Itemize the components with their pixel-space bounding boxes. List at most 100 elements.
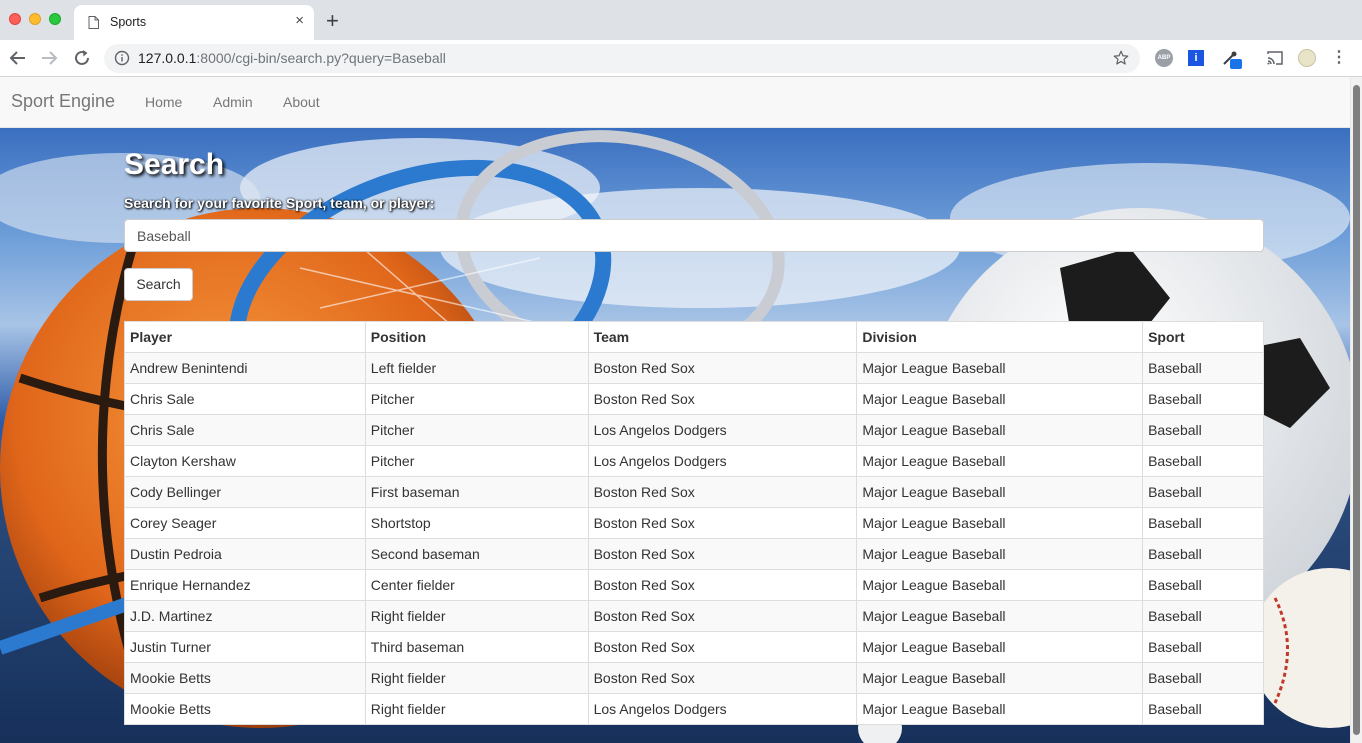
cell-player: Andrew Benintendi	[124, 352, 366, 384]
search-label: Search for your favorite Sport, team, or…	[124, 195, 435, 211]
cell-sport: Baseball	[1142, 383, 1264, 415]
cell-player: Justin Turner	[124, 631, 366, 663]
scrollbar-thumb[interactable]	[1353, 85, 1360, 735]
table-row: Cody Bellinger First baseman Boston Red So…	[124, 476, 1264, 508]
nav-about-link[interactable]: About	[283, 94, 320, 110]
new-tab-button[interactable]: +	[326, 9, 339, 33]
brand-link[interactable]: Sport Engine	[11, 91, 115, 112]
table-row: Mookie Betts Right fielder Boston Red Sox M…	[124, 662, 1264, 694]
cell-team: Boston Red Sox	[587, 383, 858, 415]
nav-home-link[interactable]: Home	[145, 94, 182, 110]
cell-sport: Baseball	[1142, 600, 1264, 632]
column-header-team: Team	[587, 321, 858, 353]
url-host: 127.0.0.1	[138, 50, 197, 66]
cell-player: Chris Sale	[124, 383, 366, 415]
tab-title: Sports	[110, 15, 147, 29]
url-path: :8000/cgi-bin/search.py?query=Baseball	[196, 50, 446, 66]
search-button[interactable]: Search	[124, 268, 193, 301]
cell-team: Boston Red Sox	[587, 507, 858, 539]
close-window-button[interactable]	[9, 13, 21, 25]
table-row: Chris Sale Pitcher Los Angelos Dodgers Majo…	[124, 414, 1264, 446]
profile-avatar[interactable]	[1298, 49, 1316, 67]
cell-division: Major League Baseball	[856, 662, 1144, 694]
page-icon	[88, 16, 99, 29]
cell-sport: Baseball	[1142, 693, 1264, 725]
cell-sport: Baseball	[1142, 569, 1264, 601]
reload-icon[interactable]	[70, 46, 94, 70]
search-heading: Search	[124, 148, 225, 181]
column-header-player: Player	[124, 321, 366, 353]
cell-position: Third baseman	[364, 631, 589, 663]
cell-sport: Baseball	[1142, 662, 1264, 694]
adblock-extension-icon[interactable]: ABP	[1155, 49, 1173, 67]
table-row: Dustin Pedroia Second baseman Boston Red S…	[124, 538, 1264, 570]
cell-team: Los Angelos Dodgers	[587, 445, 858, 477]
cell-position: Right fielder	[364, 693, 589, 725]
extension-badge	[1230, 59, 1242, 69]
info-extension-icon[interactable]: i	[1188, 50, 1204, 66]
cell-sport: Baseball	[1142, 445, 1264, 477]
table-row: Mookie Betts Right fielder Los Angelos Dod…	[124, 693, 1264, 725]
cell-team: Boston Red Sox	[587, 569, 858, 601]
cell-division: Major League Baseball	[856, 507, 1144, 539]
cell-player: Corey Seager	[124, 507, 366, 539]
table-row: Justin Turner Third baseman Boston Red Sox…	[124, 631, 1264, 663]
table-row: Enrique Hernandez Center fielder Boston Re…	[124, 569, 1264, 601]
back-arrow-icon[interactable]	[6, 46, 30, 70]
address-bar[interactable]: 127.0.0.1:8000/cgi-bin/search.py?query=B…	[104, 44, 1140, 73]
browser-tab[interactable]: Sports ×	[74, 5, 314, 40]
page-scrollbar[interactable]	[1350, 77, 1362, 743]
table-row: Clayton Kershaw Pitcher Los Angelos Dodger…	[124, 445, 1264, 477]
minimize-window-button[interactable]	[29, 13, 41, 25]
cell-position: First baseman	[364, 476, 589, 508]
table-row: Chris Sale Pitcher Boston Red Sox Major Lea…	[124, 383, 1264, 415]
column-header-position: Position	[364, 321, 589, 353]
cell-position: Shortstop	[364, 507, 589, 539]
cast-icon[interactable]	[1266, 49, 1284, 67]
table-row: Andrew Benintendi Left fielder Boston Red …	[124, 352, 1264, 384]
browser-menu-icon[interactable]: ⋮	[1331, 49, 1347, 67]
forward-arrow-icon[interactable]	[37, 46, 61, 70]
cell-division: Major League Baseball	[856, 538, 1144, 570]
cell-player: J.D. Martinez	[124, 600, 366, 632]
cell-division: Major League Baseball	[856, 352, 1144, 384]
cell-division: Major League Baseball	[856, 414, 1144, 446]
tab-close-icon[interactable]: ×	[295, 13, 304, 29]
cell-position: Pitcher	[364, 414, 589, 446]
cell-position: Left fielder	[364, 352, 589, 384]
cell-player: Dustin Pedroia	[124, 538, 366, 570]
cell-team: Boston Red Sox	[587, 476, 858, 508]
cell-division: Major League Baseball	[856, 569, 1144, 601]
cell-team: Los Angelos Dodgers	[587, 693, 858, 725]
nav-admin-link[interactable]: Admin	[213, 94, 253, 110]
maximize-window-button[interactable]	[49, 13, 61, 25]
cell-player: Mookie Betts	[124, 693, 366, 725]
cell-sport: Baseball	[1142, 507, 1264, 539]
cell-position: Pitcher	[364, 383, 589, 415]
cell-player: Chris Sale	[124, 414, 366, 446]
results-table: Player Position Team Division Sport Andr…	[124, 321, 1264, 725]
cell-team: Los Angelos Dodgers	[587, 414, 858, 446]
cell-division: Major League Baseball	[856, 476, 1144, 508]
cell-division: Major League Baseball	[856, 383, 1144, 415]
cell-division: Major League Baseball	[856, 631, 1144, 663]
table-header-row: Player Position Team Division Sport	[124, 321, 1264, 353]
cell-team: Boston Red Sox	[587, 662, 858, 694]
cell-position: Right fielder	[364, 662, 589, 694]
cell-team: Boston Red Sox	[587, 538, 858, 570]
cell-player: Clayton Kershaw	[124, 445, 366, 477]
site-navbar: Sport Engine Home Admin About	[0, 77, 1350, 128]
cell-player: Mookie Betts	[124, 662, 366, 694]
column-header-sport: Sport	[1142, 321, 1264, 353]
cell-position: Second baseman	[364, 538, 589, 570]
bookmark-star-icon[interactable]	[1112, 49, 1130, 67]
cell-player: Cody Bellinger	[124, 476, 366, 508]
table-row: J.D. Martinez Right fielder Boston Red Sox…	[124, 600, 1264, 632]
search-input[interactable]	[124, 219, 1264, 252]
cell-position: Pitcher	[364, 445, 589, 477]
cell-sport: Baseball	[1142, 352, 1264, 384]
cell-team: Boston Red Sox	[587, 600, 858, 632]
cell-sport: Baseball	[1142, 538, 1264, 570]
url-text[interactable]: 127.0.0.1:8000/cgi-bin/search.py?query=B…	[138, 50, 446, 66]
site-info-icon[interactable]	[114, 50, 130, 66]
